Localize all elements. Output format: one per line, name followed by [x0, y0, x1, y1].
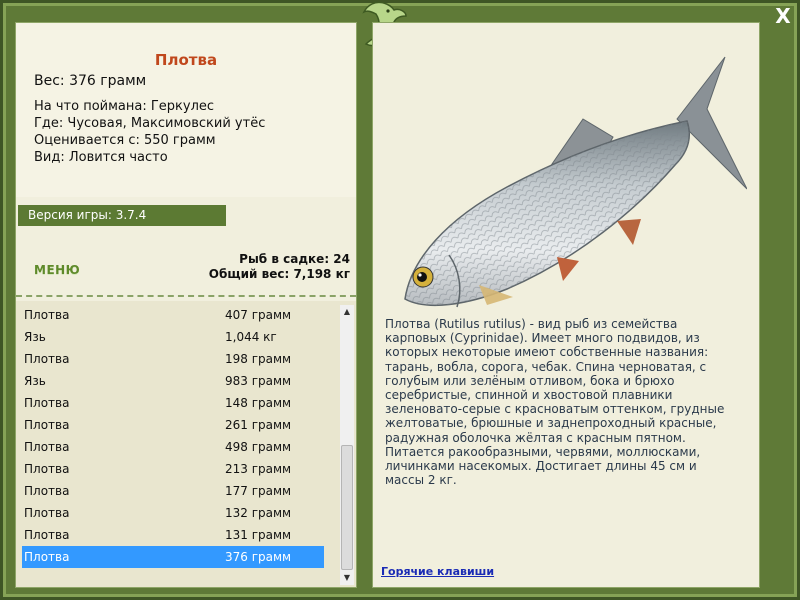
right-panel: Плотва (Rutilus rutilus) - вид рыб из се…: [372, 22, 760, 588]
table-row[interactable]: Плотва 131 грамм: [22, 524, 324, 546]
catch-fish-weight: 261 грамм: [225, 418, 292, 432]
catch-fish-name: Плотва: [24, 528, 70, 542]
catch-fish-weight: 376 грамм: [225, 550, 292, 564]
catch-fish-name: Плотва: [24, 440, 70, 454]
fish-weight: Вес: 376 грамм: [34, 73, 147, 89]
table-row[interactable]: Плотва 198 грамм: [22, 348, 324, 370]
catch-fish-weight: 131 грамм: [225, 528, 292, 542]
catch-fish-weight: 177 грамм: [225, 484, 292, 498]
catch-fish-weight: 498 грамм: [225, 440, 292, 454]
fish-name: Плотва: [154, 51, 218, 69]
table-row[interactable]: Плотва 177 грамм: [22, 480, 324, 502]
catch-fish-weight: 148 грамм: [225, 396, 292, 410]
catch-fish-name: Плотва: [24, 550, 70, 564]
table-row[interactable]: Плотва 376 грамм: [22, 546, 324, 568]
total-weight: Общий вес: 7,198 кг: [208, 267, 350, 281]
table-row[interactable]: Плотва 132 грамм: [22, 502, 324, 524]
scroll-up-arrow-icon[interactable]: ▲: [340, 305, 354, 319]
fish-description: Плотва (Rutilus rutilus) - вид рыб из се…: [385, 317, 725, 488]
table-row[interactable]: Плотва 498 грамм: [22, 436, 324, 458]
catch-list-rows: Плотва 407 грамм Язь 1,044 кг Плотва 198 грам…: [22, 304, 324, 568]
catch-fish-weight: 407 грамм: [225, 308, 292, 322]
scroll-down-arrow-icon[interactable]: ▼: [340, 571, 354, 585]
roach-fish-image: [404, 56, 747, 308]
catch-fish-name: Плотва: [24, 396, 70, 410]
fish-details: На что поймана: Геркулес Где: Чусовая, М…: [34, 98, 265, 166]
catch-stats: Рыб в садке: 24 Общий вес: 7,198 кг: [209, 252, 350, 282]
table-row[interactable]: Плотва 407 грамм: [22, 304, 324, 326]
game-version: Версия игры: 3.7.4: [18, 205, 226, 226]
catch-fish-weight: 132 грамм: [225, 506, 292, 520]
table-row[interactable]: Плотва 213 грамм: [22, 458, 324, 480]
fish-type: Вид: Ловится часто: [34, 150, 168, 165]
table-row[interactable]: Язь 983 грамм: [22, 370, 324, 392]
catch-fish-name: Плотва: [24, 352, 70, 366]
catch-fish-name: Язь: [24, 330, 46, 344]
catch-fish-name: Плотва: [24, 418, 70, 432]
fish-value: Оценивается с: 550 грамм: [34, 133, 216, 148]
catch-fish-weight: 1,044 кг: [225, 330, 277, 344]
catch-list[interactable]: Плотва 407 грамм Язь 1,044 кг Плотва 198 грам…: [16, 301, 356, 587]
scrollbar-thumb[interactable]: [341, 445, 353, 570]
window-frame: X Плотва Вес: 376 грамм На что поймана: …: [0, 0, 800, 600]
table-row[interactable]: Плотва 148 грамм: [22, 392, 324, 414]
catch-fish-name: Плотва: [24, 462, 70, 476]
catch-fish-name: Плотва: [24, 308, 70, 322]
catch-fish-name: Плотва: [24, 484, 70, 498]
catch-fish-name: Язь: [24, 374, 46, 388]
catch-fish-weight: 983 грамм: [225, 374, 292, 388]
fish-place: Где: Чусовая, Максимовский утёс: [34, 116, 266, 131]
close-button[interactable]: X: [770, 4, 796, 28]
catch-fish-weight: 198 грамм: [225, 352, 292, 366]
fish-bait: На что поймана: Геркулес: [34, 99, 215, 114]
table-row[interactable]: Плотва 261 грамм: [22, 414, 324, 436]
table-row[interactable]: Язь 1,044 кг: [22, 326, 324, 348]
list-scrollbar[interactable]: ▲ ▼: [340, 305, 354, 585]
catch-fish-weight: 213 грамм: [225, 462, 292, 476]
left-panel: Плотва Вес: 376 грамм На что поймана: Ге…: [15, 22, 357, 588]
catch-fish-name: Плотва: [24, 506, 70, 520]
fish-count: Рыб в садке: 24: [239, 252, 350, 266]
hotkeys-link[interactable]: Горячие клавиши: [381, 565, 494, 578]
menu-button[interactable]: МЕНЮ: [34, 263, 80, 277]
fish-info-area: Плотва Вес: 376 грамм На что поймана: Ге…: [16, 23, 356, 197]
divider: [16, 295, 356, 297]
